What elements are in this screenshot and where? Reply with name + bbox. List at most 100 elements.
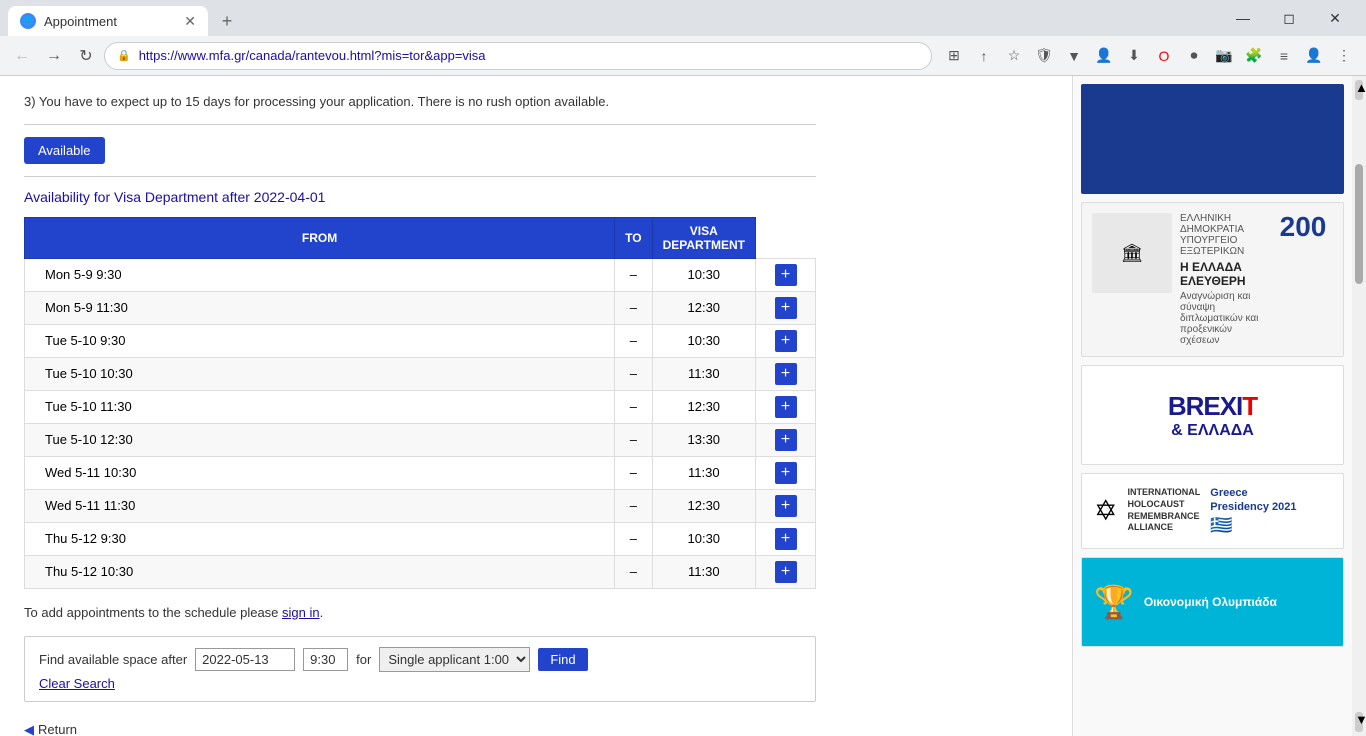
scroll-down-arrow[interactable]: ▼ <box>1355 712 1363 732</box>
extensions-button[interactable]: 🧩 <box>1240 42 1268 70</box>
cell-dash: – <box>615 456 652 489</box>
cell-dash: – <box>615 258 652 291</box>
cell-add[interactable]: + <box>756 522 816 555</box>
cell-add[interactable]: + <box>756 357 816 390</box>
add-appointment-button[interactable]: + <box>775 429 797 451</box>
forward-button[interactable]: → <box>40 42 68 70</box>
return-link[interactable]: ◀ Return <box>24 714 816 736</box>
cell-to: 13:30 <box>652 423 755 456</box>
add-appointment-button[interactable]: + <box>775 561 797 583</box>
page-scrollbar[interactable]: ▲ ▼ <box>1352 76 1366 736</box>
close-button[interactable]: ✕ <box>1312 2 1358 34</box>
sidebar-card-holocaust[interactable]: ✡ INTERNATIONALHOLOCAUSTREMEMBRANCEALLIA… <box>1081 473 1344 549</box>
find-form-box: Find available space after for Single ap… <box>24 636 816 702</box>
cell-add[interactable]: + <box>756 390 816 423</box>
cell-from: Thu 5-12 10:30 <box>25 555 615 588</box>
new-tab-button[interactable]: + <box>212 6 242 36</box>
cell-add[interactable]: + <box>756 324 816 357</box>
table-row: Thu 5-12 9:30 – 10:30 + <box>25 522 816 555</box>
bookmark-button[interactable]: ☆ <box>1000 42 1028 70</box>
cell-to: 10:30 <box>652 324 755 357</box>
available-button[interactable]: Available <box>24 137 105 164</box>
vpn-button[interactable]: ▼ <box>1060 42 1088 70</box>
add-appointment-button[interactable]: + <box>775 462 797 484</box>
cell-from: Wed 5-11 11:30 <box>25 489 615 522</box>
cell-to: 11:30 <box>652 357 755 390</box>
table-row: Wed 5-11 11:30 – 12:30 + <box>25 489 816 522</box>
scroll-up-arrow[interactable]: ▲ <box>1355 80 1363 100</box>
clear-search-link[interactable]: Clear Search <box>39 676 115 691</box>
find-label: Find available space after <box>39 652 187 667</box>
sidebar-card-brexit[interactable]: BREXIT & ΕΛΛΑΔΑ <box>1081 365 1344 465</box>
cell-to: 12:30 <box>652 390 755 423</box>
account-button[interactable]: 👤 <box>1300 42 1328 70</box>
add-appointment-button[interactable]: + <box>775 396 797 418</box>
add-appointment-button[interactable]: + <box>775 363 797 385</box>
return-arrow-icon: ◀ <box>24 722 34 736</box>
appointments-table: FROM TO VISA DEPARTMENT Mon 5-9 9:30 – 1… <box>24 217 816 589</box>
profile-button[interactable]: 👤 <box>1090 42 1118 70</box>
table-row: Mon 5-9 11:30 – 12:30 + <box>25 291 816 324</box>
share-button[interactable]: ↑ <box>970 42 998 70</box>
find-time-input[interactable] <box>303 648 348 671</box>
opera-button[interactable]: O <box>1150 42 1178 70</box>
cell-to: 12:30 <box>652 291 755 324</box>
cell-to: 10:30 <box>652 258 755 291</box>
sidebar-button[interactable]: ≡ <box>1270 42 1298 70</box>
shield-button[interactable]: 🛡 <box>1030 42 1058 70</box>
cell-to: 11:30 <box>652 456 755 489</box>
menu-button[interactable]: ⋮ <box>1330 42 1358 70</box>
tab-close-button[interactable]: ✕ <box>184 13 196 30</box>
cell-dash: – <box>615 291 652 324</box>
cell-add[interactable]: + <box>756 423 816 456</box>
sidebar-card-greece[interactable]: 🏛 ΕΛΛΗΝΙΚΗ ΔΗΜΟΚΡΑΤΙΑΥΠΟΥΡΓΕΙΟ ΕΞΩΤΕΡΙΚΩ… <box>1081 202 1344 357</box>
cell-add[interactable]: + <box>756 258 816 291</box>
cell-from: Wed 5-11 10:30 <box>25 456 615 489</box>
add-appointment-button[interactable]: + <box>775 264 797 286</box>
back-button[interactable]: ← <box>8 42 36 70</box>
col-from: FROM <box>25 217 615 258</box>
download-button[interactable]: ⬇ <box>1120 42 1148 70</box>
window-controls: — ◻ ✕ <box>1220 0 1366 36</box>
cell-add[interactable]: + <box>756 489 816 522</box>
col-visa: VISA DEPARTMENT <box>652 217 755 258</box>
browser-tab[interactable]: 🌐 Appointment ✕ <box>8 6 208 36</box>
address-bar[interactable]: 🔒 https://www.mfa.gr/canada/rantevou.htm… <box>104 42 932 70</box>
cell-from: Tue 5-10 12:30 <box>25 423 615 456</box>
sign-in-note: To add appointments to the schedule plea… <box>24 605 816 620</box>
add-appointment-button[interactable]: + <box>775 528 797 550</box>
cell-add[interactable]: + <box>756 456 816 489</box>
scroll-thumb[interactable] <box>1355 164 1363 284</box>
sign-in-link[interactable]: sign in <box>282 605 320 620</box>
applicant-select[interactable]: Single applicant 1:00 Single applicant 2… <box>379 647 530 672</box>
refresh-button[interactable]: ↻ <box>72 42 100 70</box>
translate-button[interactable]: ⊞ <box>940 42 968 70</box>
add-appointment-button[interactable]: + <box>775 495 797 517</box>
find-form-row: Find available space after for Single ap… <box>39 647 801 672</box>
cell-add[interactable]: + <box>756 555 816 588</box>
cell-add[interactable]: + <box>756 291 816 324</box>
screenshot-button[interactable]: 📷 <box>1210 42 1238 70</box>
tab-favicon: 🌐 <box>20 13 36 29</box>
sidebar-banner-1[interactable] <box>1081 84 1344 194</box>
main-content-area: 3) You have to expect up to 15 days for … <box>0 76 1072 736</box>
record-button[interactable]: ⏺ <box>1180 42 1208 70</box>
add-appointment-button[interactable]: + <box>775 330 797 352</box>
cell-from: Mon 5-9 9:30 <box>25 258 615 291</box>
cell-from: Mon 5-9 11:30 <box>25 291 615 324</box>
divider-1 <box>24 124 816 125</box>
find-date-input[interactable] <box>195 648 295 671</box>
cell-from: Thu 5-12 9:30 <box>25 522 615 555</box>
sidebar-card-olympiad[interactable]: 🏆 Οικονομική Ολυμπιάδα <box>1081 557 1344 647</box>
for-label: for <box>356 652 371 667</box>
cell-to: 12:30 <box>652 489 755 522</box>
table-row: Wed 5-11 10:30 – 11:30 + <box>25 456 816 489</box>
add-appointment-button[interactable]: + <box>775 297 797 319</box>
cell-from: Tue 5-10 9:30 <box>25 324 615 357</box>
cell-dash: – <box>615 522 652 555</box>
minimize-button[interactable]: — <box>1220 2 1266 34</box>
find-button[interactable]: Find <box>538 648 587 671</box>
table-row: Tue 5-10 12:30 – 13:30 + <box>25 423 816 456</box>
maximize-button[interactable]: ◻ <box>1266 2 1312 34</box>
cell-dash: – <box>615 489 652 522</box>
